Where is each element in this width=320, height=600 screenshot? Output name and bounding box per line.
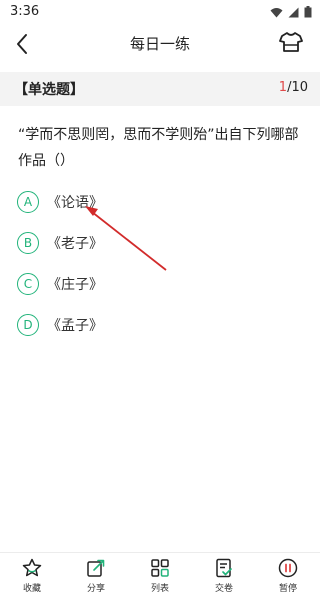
theme-button[interactable]	[276, 27, 306, 57]
tab-label: 暂停	[278, 584, 297, 594]
signal-icon	[288, 7, 299, 17]
star-icon	[22, 558, 42, 577]
tab-label: 列表	[150, 584, 169, 594]
app-bar: 每日一练	[0, 24, 320, 64]
question-text: “学而不思则罔，思而不学则殆”出自下列哪部作品（）	[18, 127, 299, 169]
status-icons	[270, 6, 312, 18]
status-bar: 3:36	[0, 0, 320, 24]
option-label: 《老子》	[47, 236, 103, 252]
battery-icon	[304, 6, 312, 18]
option-label: 《孟子》	[47, 318, 103, 334]
question-type-label: 【单选题】	[14, 82, 84, 98]
pause-icon	[278, 558, 298, 578]
tab-share[interactable]: 分享	[64, 553, 128, 600]
option-c[interactable]: C 《庄子》	[17, 271, 103, 297]
option-a[interactable]: A 《论语》	[17, 189, 103, 215]
option-d[interactable]: D 《孟子》	[17, 312, 103, 338]
share-icon	[87, 559, 105, 577]
tab-label: 分享	[86, 584, 105, 594]
tab-favorite[interactable]: 收藏	[0, 553, 64, 600]
submit-icon	[216, 558, 232, 578]
page-title: 每日一练	[129, 35, 190, 53]
option-letter-badge: B	[17, 232, 39, 254]
bottom-toolbar: 收藏 分享 列表 交卷 暂停	[0, 552, 320, 600]
tab-submit[interactable]: 交卷	[192, 553, 256, 600]
tab-list[interactable]: 列表	[128, 553, 192, 600]
option-b[interactable]: B 《老子》	[17, 230, 103, 256]
total-questions: /10	[287, 80, 308, 95]
tab-label: 交卷	[214, 584, 233, 594]
wifi-icon	[270, 7, 283, 17]
tab-label: 收藏	[22, 584, 41, 594]
option-letter-badge: D	[17, 314, 39, 336]
question-type-bar: 【单选题】 1/10	[0, 72, 320, 106]
grid-icon	[151, 559, 169, 577]
shirt-icon	[279, 32, 303, 52]
option-label: 《论语》	[47, 195, 103, 211]
current-question-number: 1	[278, 80, 288, 95]
option-letter-badge: C	[17, 273, 39, 295]
status-time: 3:36	[10, 4, 40, 19]
option-label: 《庄子》	[47, 277, 103, 293]
option-letter-badge: A	[17, 191, 39, 213]
question-counter: 1/10	[279, 80, 308, 95]
tab-pause[interactable]: 暂停	[256, 553, 320, 600]
